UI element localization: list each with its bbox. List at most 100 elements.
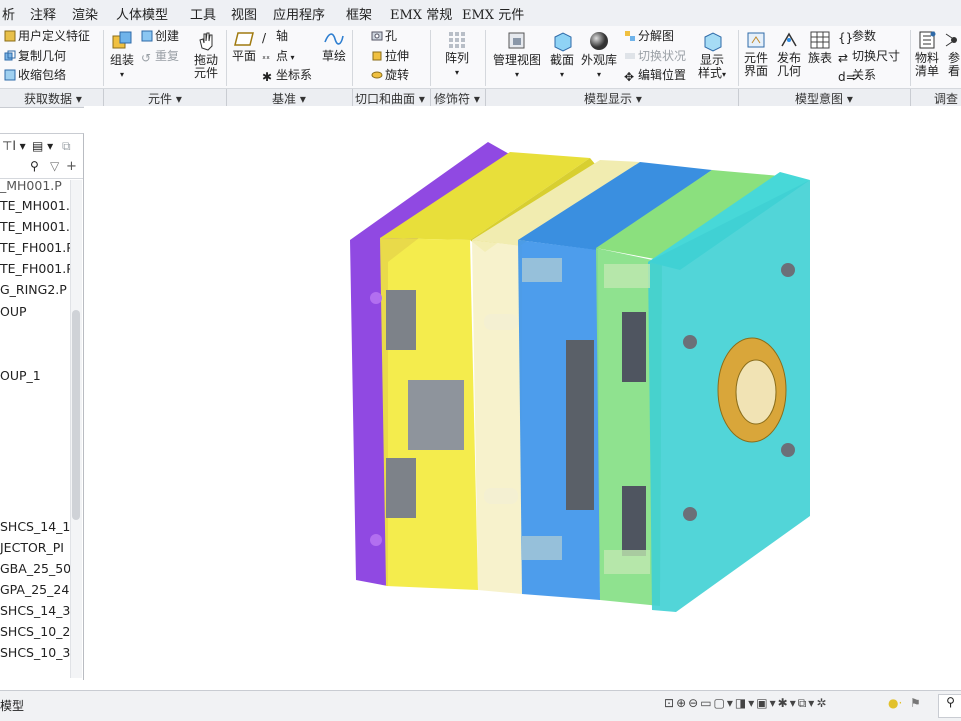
tree-item[interactable]: JECTOR_PI (0, 540, 64, 555)
datum-display-icon[interactable]: ✱▾ (778, 696, 798, 710)
view-orientation-icon[interactable]: ◨▾ (735, 696, 756, 710)
divider (738, 89, 739, 106)
switch-dimensions-button[interactable]: ⇄ 切换尺寸 (838, 49, 900, 65)
sketch-button[interactable]: 草绘 (318, 30, 350, 63)
manage-views-button[interactable]: 管理视图 ▾ (490, 30, 544, 81)
tab-annotate[interactable]: 注释 (30, 4, 56, 23)
saved-views-icon[interactable]: ▢▾ (714, 696, 735, 710)
flag-icon[interactable]: ⚑ (910, 696, 921, 710)
divider (430, 89, 431, 106)
create-icon (141, 30, 153, 42)
graphics-window[interactable] (84, 106, 961, 690)
mold-assembly-model[interactable] (84, 106, 961, 690)
tree-filter-display-icon[interactable]: ⧉ (62, 139, 71, 154)
revolve-button[interactable]: 旋转 (371, 68, 409, 82)
refit-icon[interactable]: ⊡ (664, 696, 676, 710)
group-model-intent[interactable]: 模型意图 ▾ (795, 90, 853, 107)
find-icon[interactable]: ⚲ (938, 694, 961, 718)
point-button[interactable]: ˣˣ 点 ▾ (262, 49, 295, 65)
tree-scrollbar-thumb[interactable] (72, 310, 80, 520)
create-button[interactable]: 创建 (141, 29, 179, 43)
search-icon[interactable]: ⚲ (30, 159, 39, 173)
copy-geometry-button[interactable]: 复制几何 (4, 49, 66, 63)
reference-viewer-button[interactable]: 参 看 (944, 30, 961, 78)
tree-item[interactable]: OUP_1 (0, 368, 41, 383)
pattern-button[interactable]: 阵列 ▾ (441, 30, 473, 79)
repaint-icon[interactable]: ▭ (700, 696, 713, 710)
zoom-in-icon[interactable]: ⊕ (676, 696, 688, 710)
hand-icon (199, 32, 213, 51)
sprue-opening (735, 359, 777, 425)
sphere-icon (590, 32, 608, 50)
screw (781, 263, 795, 277)
appearance-gallery-button[interactable]: 外观库 ▾ (580, 30, 618, 81)
tab-emx-general[interactable]: EMX 常规 (390, 4, 452, 23)
filter-icon[interactable]: ▽ (50, 159, 59, 173)
group-cuts-surfaces[interactable]: 切口和曲面 ▾ (355, 90, 425, 107)
tab-framework[interactable]: 框架 (346, 4, 372, 23)
component-interface-button[interactable]: 元件 界面 (741, 30, 771, 78)
tree-item[interactable]: GBA_25_50 (0, 561, 71, 576)
tree-item[interactable]: TE_FH001.P (0, 261, 74, 276)
axis-button[interactable]: / 轴 (262, 29, 288, 45)
exploded-view-button[interactable]: 分解图 (624, 29, 674, 43)
tree-item[interactable]: TE_MH001. (0, 219, 70, 234)
screw (370, 534, 382, 546)
tree-item[interactable]: SHCS_10_2 (0, 624, 70, 639)
tree-item[interactable]: _MH001.P (0, 178, 62, 193)
group-model-display[interactable]: 模型显示 ▾ (584, 90, 642, 107)
add-icon[interactable]: + (66, 159, 77, 174)
group-datum[interactable]: 基准 ▾ (272, 90, 306, 107)
assemble-button[interactable]: 组装 ▾ (106, 30, 138, 81)
section-button[interactable]: 截面 ▾ (547, 30, 577, 81)
tree-item[interactable]: TE_MH001.P (0, 198, 77, 213)
parameters-button[interactable]: {}参数 (838, 29, 876, 45)
tree-item[interactable]: G_RING2.P (0, 282, 67, 297)
family-table-button[interactable]: 族表 (806, 30, 834, 65)
dropdown-arrow-icon: ▾ (288, 53, 295, 62)
dropdown-arrow-icon: ▾ (514, 70, 519, 79)
tab-view[interactable]: 视图 (231, 4, 257, 23)
redo-button[interactable]: ↺ 重复 (141, 49, 179, 65)
spin-center-icon[interactable]: ✲ (816, 696, 828, 710)
relations-button[interactable]: d=关系 (838, 68, 876, 84)
shrinkwrap-button[interactable]: 收缩包络 (4, 68, 66, 82)
tab-human-model[interactable]: 人体模型 (116, 4, 168, 23)
display-style-button[interactable]: 显示 样式▾ (694, 30, 730, 81)
publish-geometry-button[interactable]: 发布 几何 (774, 30, 804, 78)
group-modifiers[interactable]: 修饰符 ▾ (434, 90, 480, 107)
slider-block (386, 290, 416, 350)
display-style-icon[interactable]: ▣▾ (756, 696, 777, 710)
group-investigate[interactable]: 调查 (934, 90, 958, 107)
tab-emx-component[interactable]: EMX 元件 (462, 4, 524, 23)
tree-item[interactable]: TE_FH001.P (0, 240, 74, 255)
csys-button[interactable]: ✱ 坐标系 (262, 68, 312, 84)
edit-position-button[interactable]: ✥ 编辑位置 (624, 68, 686, 84)
tab-applications[interactable]: 应用程序 (273, 4, 325, 23)
status-light-icon[interactable]: ●· (888, 696, 902, 710)
tree-item[interactable]: GPA_25_24 (0, 582, 69, 597)
tree-item[interactable]: SHCS_14_15 (0, 519, 78, 534)
toggle-state-button[interactable]: 切换状况 (624, 49, 686, 63)
udf-button[interactable]: 用户定义特征 (4, 29, 90, 43)
tree-item[interactable]: SHCS_10_3 (0, 645, 70, 660)
tab-tools[interactable]: 工具 (190, 4, 216, 23)
bom-button[interactable]: 物料 清单 (912, 30, 942, 78)
hole-button[interactable]: 孔 (371, 29, 397, 43)
group-component[interactable]: 元件 ▾ (148, 90, 182, 107)
plane-button[interactable]: 平面 (230, 30, 258, 63)
tab-analysis[interactable]: 析 (2, 4, 15, 23)
plane-icon (234, 32, 254, 46)
tree-settings-icon[interactable]: ⊤l ▾ (2, 139, 26, 153)
group-get-data[interactable]: 获取数据 ▾ (24, 90, 82, 107)
extrude-button[interactable]: 拉伸 (371, 49, 409, 63)
drag-component-button[interactable]: 拖动 元件 (190, 30, 222, 80)
zoom-out-icon[interactable]: ⊖ (688, 696, 700, 710)
tree-item[interactable]: SHCS_14_3 (0, 603, 70, 618)
tab-render[interactable]: 渲染 (72, 4, 98, 23)
annotation-display-icon[interactable]: ⧉▾ (798, 696, 817, 710)
tree-scrollbar[interactable] (70, 180, 82, 678)
tree-item[interactable]: OUP (0, 304, 27, 319)
divider (485, 30, 486, 86)
tree-columns-icon[interactable]: ▤ ▾ (32, 139, 53, 153)
